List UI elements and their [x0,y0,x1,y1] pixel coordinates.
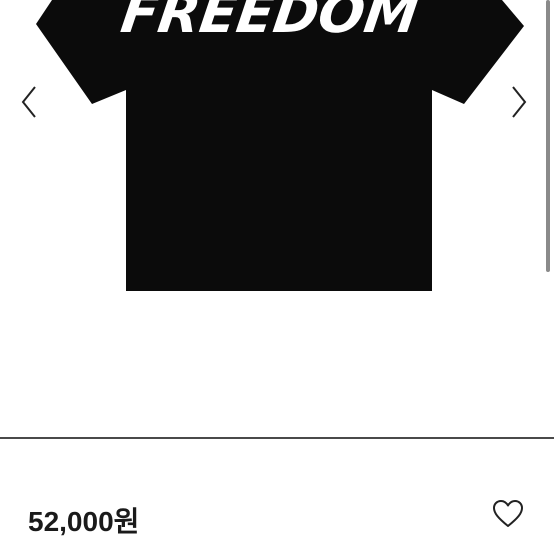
divider [0,437,554,439]
heart-icon [493,500,523,527]
product-page: FREEDOM 52,000원 [0,0,554,554]
product-image: FREEDOM [36,0,524,291]
product-image-carousel[interactable]: FREEDOM [0,0,554,438]
tshirt-print-text: FREEDOM [117,0,422,45]
carousel-next-button[interactable] [504,82,534,122]
scrollbar[interactable] [546,0,550,272]
chevron-right-icon [512,86,527,118]
product-price: 52,000원 [28,506,140,537]
chevron-left-icon [21,86,36,118]
like-button[interactable] [490,496,526,532]
carousel-prev-button[interactable] [14,82,44,122]
